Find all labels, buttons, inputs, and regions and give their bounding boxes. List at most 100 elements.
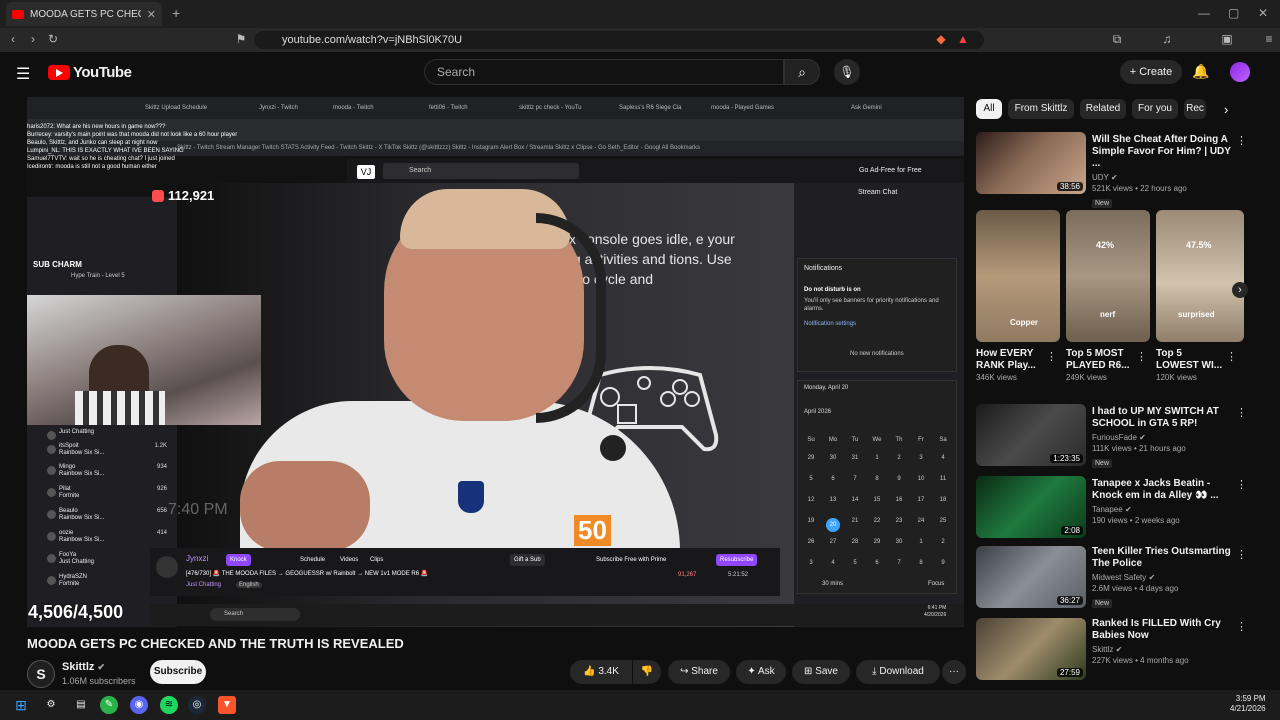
chip-related[interactable]: Related	[1080, 99, 1126, 119]
maximize-icon[interactable]: ▢	[1228, 6, 1239, 20]
guide-menu-icon[interactable]: ☰	[16, 64, 30, 84]
video-thumbnail[interactable]: 38:56	[976, 132, 1086, 194]
app-icon[interactable]: ✎	[100, 696, 118, 714]
calendar-day: 9	[897, 476, 901, 482]
short-thumbnail[interactable]: 42% nerf	[1066, 210, 1150, 342]
video-thumbnail[interactable]: 2:08	[976, 476, 1086, 538]
recommendation-item[interactable]: Tanapee x Jacks Beatin - Knock em in da …	[1092, 478, 1232, 526]
video-thumbnail[interactable]: 1:23:35	[976, 404, 1086, 466]
close-window-icon[interactable]: ✕	[1258, 6, 1268, 20]
minimize-icon[interactable]: —	[1198, 6, 1210, 20]
rec-channel: UDY	[1092, 173, 1109, 182]
more-options-icon[interactable]: ⋮	[1236, 478, 1247, 491]
wallet-icon[interactable]: ▣	[1220, 32, 1234, 46]
short-item[interactable]: Top 5 LOWEST WI... 120K views	[1156, 348, 1226, 383]
more-options-icon[interactable]: ⋮	[1236, 548, 1247, 561]
inner-tab: Jynxzi - Twitch	[259, 105, 298, 111]
extensions-icon[interactable]: ⧉	[1110, 32, 1124, 46]
windows-start-icon[interactable]: ⊞	[12, 696, 30, 714]
notifications-bell-icon[interactable]: 🔔	[1192, 63, 1209, 80]
recommendation-item[interactable]: Ranked Is FILLED With Cry Babies Now Ski…	[1092, 618, 1232, 666]
discord-icon[interactable]: ◉	[130, 696, 148, 714]
short-views: 346K views	[976, 373, 1017, 382]
spotify-icon[interactable]: ≋	[160, 696, 178, 714]
create-button[interactable]: + Create	[1120, 60, 1182, 84]
channel-name: itsSpoit	[59, 443, 79, 449]
close-tab-icon[interactable]: ✕	[147, 8, 156, 21]
short-views: 120K views	[1156, 373, 1197, 382]
calendar-day: 13	[829, 497, 837, 503]
short-thumbnail[interactable]: 47.5% surprised	[1156, 210, 1244, 342]
download-button[interactable]: ⤓ Download	[856, 660, 940, 684]
brave-icon[interactable]: ▼	[218, 696, 236, 714]
channel-name[interactable]: Skittlz ✔	[62, 661, 105, 673]
forward-icon[interactable]: ›	[26, 32, 40, 46]
weekday-label: Fr	[918, 437, 924, 443]
ask-button[interactable]: ✦ Ask	[736, 660, 786, 684]
browser-menu-icon[interactable]: ≡	[1262, 32, 1276, 46]
share-label: Share	[691, 666, 718, 677]
new-tab-icon[interactable]: +	[172, 5, 180, 21]
video-player[interactable]: Skittz Upload Schedule Jynxzi - Twitch m…	[27, 97, 964, 627]
bookmark-icon[interactable]: ⚑	[234, 32, 248, 46]
more-options-icon[interactable]: ⋮	[1236, 406, 1247, 419]
streamer-hand	[240, 461, 370, 551]
short-item[interactable]: How EVERY RANK Play... 346K views	[976, 348, 1056, 383]
chip-from-channel[interactable]: From Skittlz	[1008, 99, 1074, 119]
search-input[interactable]: Search	[424, 59, 784, 85]
channel-avatar[interactable]: S	[27, 660, 55, 688]
inner-time: 6:41 PM	[927, 605, 947, 611]
file-icon[interactable]: ▤	[72, 696, 90, 714]
chip-recent[interactable]: Rec	[1184, 99, 1206, 119]
chip-all[interactable]: All	[976, 99, 1002, 119]
subscribe-button[interactable]: Subscribe	[150, 660, 206, 684]
voice-search-button[interactable]: 🎙	[834, 59, 860, 85]
steam-icon[interactable]: ◎	[188, 696, 206, 714]
back-icon[interactable]: ‹	[6, 32, 20, 46]
idle-clock: 7:40 PM	[168, 501, 228, 518]
brave-rewards-icon[interactable]: ▲	[956, 32, 970, 46]
youtube-logo[interactable]: YouTube	[48, 64, 132, 81]
search-button[interactable]: ⌕	[784, 59, 820, 85]
account-avatar[interactable]	[1230, 62, 1250, 82]
video-title: MOODA GETS PC CHECKED AND THE TRUTH IS R…	[27, 636, 404, 651]
address-bar[interactable]: youtube.com/watch?v=jNBhSl0K70U	[254, 31, 984, 49]
recommendation-item[interactable]: Will She Cheat After Doing A Simple Favo…	[1092, 134, 1232, 208]
chevron-right-icon[interactable]: ›	[1224, 102, 1228, 117]
nfl-logo	[458, 481, 484, 513]
calendar-day: 12	[807, 497, 815, 503]
recommendation-item[interactable]: Teen Killer Tries Outsmarting The Police…	[1092, 546, 1232, 608]
inner-taskbar: Search 6:41 PM 4/20/2026	[150, 604, 964, 626]
calendar-month: April 2026	[804, 409, 832, 415]
share-button[interactable]: ↪ Share	[668, 660, 730, 684]
like-button[interactable]: 👍 3.4K	[570, 660, 632, 684]
knock-button: Knock	[226, 554, 251, 566]
short-thumbnail[interactable]: Copper	[976, 210, 1060, 342]
brave-shield-icon[interactable]: ◆	[934, 32, 948, 46]
settings-gear-icon[interactable]: ⚙	[42, 696, 60, 714]
video-thumbnail[interactable]: 36:27	[976, 546, 1086, 608]
webcam-shirt	[75, 391, 165, 425]
dislike-button[interactable]: 👎	[633, 660, 661, 684]
duration-badge: 2:08	[1061, 526, 1083, 535]
more-options-icon[interactable]: ⋮	[1236, 620, 1247, 633]
os-clock[interactable]: 3:59 PM 4/21/2026	[1230, 694, 1266, 714]
media-icon[interactable]: ♫	[1160, 32, 1174, 46]
live-icon	[152, 189, 164, 202]
tab-title: MOODA GETS PC CHECKED ...	[30, 8, 141, 20]
save-button[interactable]: ⊞ Save	[792, 660, 850, 684]
recommendation-item[interactable]: I had to UP MY SWITCH AT SCHOOL in GTA 5…	[1092, 406, 1232, 468]
more-actions-button[interactable]: ···	[942, 660, 966, 684]
more-options-icon[interactable]: ⋮	[1236, 134, 1247, 147]
short-item[interactable]: Top 5 MOST PLAYED R6... 249K views	[1066, 348, 1146, 383]
verified-icon: ✔	[1115, 645, 1123, 654]
video-thumbnail[interactable]: 27:59	[976, 618, 1086, 680]
more-options-icon[interactable]: ⋮	[1046, 350, 1057, 363]
channel-avatar	[47, 576, 56, 585]
shorts-next-icon[interactable]: ›	[1232, 282, 1248, 298]
more-options-icon[interactable]: ⋮	[1136, 350, 1147, 363]
more-options-icon[interactable]: ⋮	[1226, 350, 1237, 363]
browser-tab[interactable]: MOODA GETS PC CHECKED ... ✕	[6, 2, 162, 26]
reload-icon[interactable]: ↻	[46, 32, 60, 46]
chip-for-you[interactable]: For you	[1132, 99, 1178, 119]
